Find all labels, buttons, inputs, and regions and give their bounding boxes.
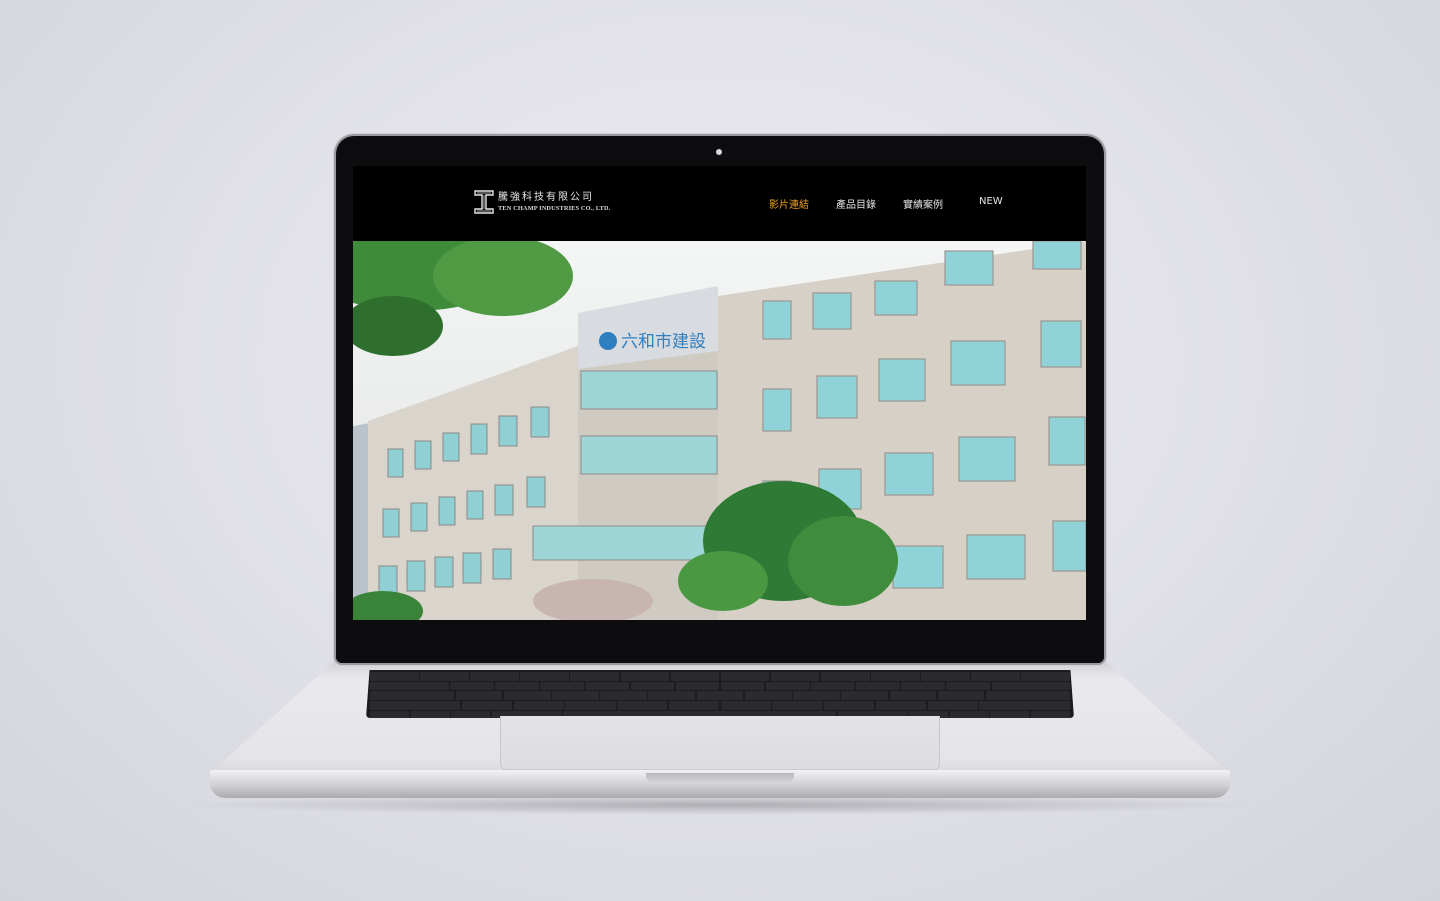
laptop-lid: 騰強科技有限公司 TEN CHAMP INDUSTRIES CO., LTD. … [336, 136, 1104, 663]
trackpad [500, 716, 940, 770]
nav-item-video-links[interactable]: 影片連結 [769, 196, 809, 211]
main-nav: 影片連結 產品目錄 實績案例 NEW [353, 196, 1086, 212]
hero-banner[interactable]: 六和市建設 [353, 241, 1086, 620]
camera-icon [716, 149, 722, 155]
nav-item-product-catalog[interactable]: 產品目錄 [836, 196, 876, 211]
site-header: 騰強科技有限公司 TEN CHAMP INDUSTRIES CO., LTD. … [353, 166, 1086, 241]
nav-item-case-studies[interactable]: 實績案例 [903, 196, 943, 211]
laptop-notch [646, 773, 794, 783]
building-sign: 六和市建設 [621, 332, 706, 352]
laptop-shadow [180, 795, 1260, 815]
nav-item-new[interactable]: NEW [979, 196, 1003, 207]
keyboard [366, 670, 1074, 718]
building-photo: 六和市建設 [353, 241, 1086, 620]
screen: 騰強科技有限公司 TEN CHAMP INDUSTRIES CO., LTD. … [353, 166, 1086, 620]
